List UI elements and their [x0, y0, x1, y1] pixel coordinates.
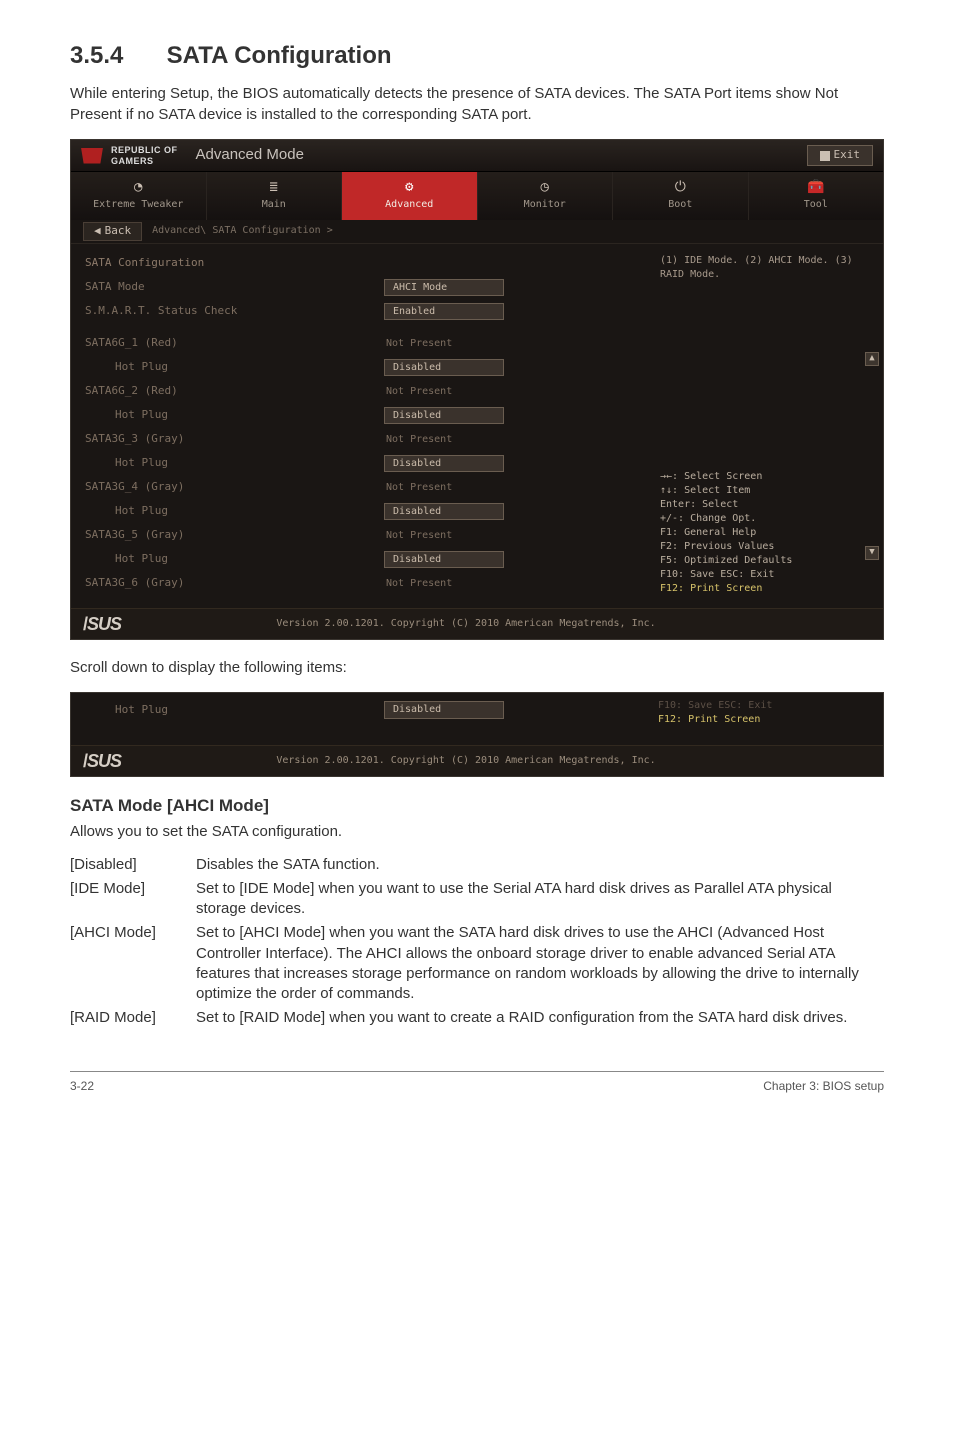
gauge-icon: ◔	[134, 178, 142, 197]
row-hotplug-extra[interactable]: Hot Plug Disabled	[71, 699, 648, 721]
help-panel: (1) IDE Mode. (2) AHCI Mode. (3) RAID Mo…	[648, 244, 883, 608]
mode-label: Advanced Mode	[196, 145, 304, 165]
power-icon: ⏻	[675, 178, 686, 197]
row-smart[interactable]: S.M.A.R.T. Status Check Enabled	[71, 300, 648, 324]
opt-key: [Disabled]	[70, 853, 190, 877]
table-row: [Disabled] Disables the SATA function.	[70, 853, 884, 877]
row-sata-mode[interactable]: SATA Mode AHCI Mode	[71, 276, 648, 300]
breadcrumb: Advanced\ SATA Configuration >	[152, 224, 333, 238]
opt-val: Set to [AHCI Mode] when you want the SAT…	[190, 921, 884, 1006]
asus-logo: /SUS	[83, 749, 121, 773]
chapter-label: Chapter 3: BIOS setup	[763, 1078, 884, 1094]
opt-val: Set to [RAID Mode] when you want to crea…	[190, 1006, 884, 1030]
opt-val: Set to [IDE Mode] when you want to use t…	[190, 877, 884, 922]
back-button[interactable]: ◀ Back	[83, 222, 142, 241]
back-arrow-icon: ◀	[94, 224, 101, 239]
option-heading: SATA Mode [AHCI Mode]	[70, 795, 884, 818]
value-smart[interactable]: Enabled	[384, 303, 504, 321]
opt-key: [IDE Mode]	[70, 877, 190, 922]
group-header: SATA Configuration	[71, 252, 648, 276]
row-port1: SATA6G_1 (Red) Not Present	[71, 332, 648, 356]
opt-val: Disables the SATA function.	[190, 853, 884, 877]
intro-text: While entering Setup, the BIOS automatic…	[70, 85, 838, 122]
asus-logo: /SUS	[83, 612, 121, 636]
scroll-down-icon[interactable]: ▼	[865, 546, 879, 560]
value-sata-mode[interactable]: AHCI Mode	[384, 279, 504, 297]
table-row: [AHCI Mode] Set to [AHCI Mode] when you …	[70, 921, 884, 1006]
gear-icon: ⚙	[405, 178, 413, 197]
section-heading: 3.5.4 SATA Configuration	[70, 40, 884, 72]
tab-tool[interactable]: 🧰 Tool	[749, 172, 884, 220]
tab-monitor[interactable]: ◷ Monitor	[478, 172, 614, 220]
tab-advanced[interactable]: ⚙ Advanced	[342, 172, 478, 220]
row-port3: SATA3G_3 (Gray) Not Present	[71, 428, 648, 452]
row-port2-hotplug[interactable]: Hot Plug Disabled	[71, 404, 648, 428]
bios-footer: /SUS Version 2.00.1201. Copyright (C) 20…	[71, 608, 883, 639]
scrollbar[interactable]: ▲ ▼	[865, 352, 879, 560]
list-icon: ≣	[270, 178, 278, 197]
tab-boot[interactable]: ⏻ Boot	[613, 172, 749, 220]
page-number: 3-22	[70, 1078, 94, 1094]
tab-bar: ◔ Extreme Tweaker ≣ Main ⚙ Advanced ◷ Mo…	[71, 172, 883, 220]
row-port5-hotplug[interactable]: Hot Plug Disabled	[71, 548, 648, 572]
row-port4: SATA3G_4 (Gray) Not Present	[71, 476, 648, 500]
intro-paragraph: While entering Setup, the BIOS automatic…	[70, 84, 884, 125]
section-title-text: SATA Configuration	[167, 42, 392, 69]
monitor-icon: ◷	[541, 178, 549, 197]
scroll-up-icon[interactable]: ▲	[865, 352, 879, 366]
tool-icon: 🧰	[807, 178, 824, 197]
section-number: 3.5.4	[70, 40, 160, 72]
opt-key: [AHCI Mode]	[70, 921, 190, 1006]
tab-main[interactable]: ≣ Main	[207, 172, 343, 220]
page-footer: 3-22 Chapter 3: BIOS setup	[70, 1071, 884, 1094]
options-table: [Disabled] Disables the SATA function. […	[70, 853, 884, 1031]
row-port4-hotplug[interactable]: Hot Plug Disabled	[71, 500, 648, 524]
help-description: (1) IDE Mode. (2) AHCI Mode. (3) RAID Mo…	[660, 254, 873, 282]
settings-list: SATA Configuration SATA Mode AHCI Mode S…	[71, 244, 648, 608]
bios-window-fragment: Hot Plug Disabled F10: Save ESC: Exit F1…	[70, 692, 884, 777]
rog-brand: REPUBLIC OF GAMERS	[111, 144, 178, 167]
exit-button[interactable]: Exit	[807, 145, 874, 166]
exit-label: Exit	[834, 148, 861, 163]
row-port1-hotplug[interactable]: Hot Plug Disabled	[71, 356, 648, 380]
row-port5: SATA3G_5 (Gray) Not Present	[71, 524, 648, 548]
scroll-note: Scroll down to display the following ite…	[70, 658, 884, 678]
bios-window: REPUBLIC OF GAMERS Advanced Mode Exit ◔ …	[70, 139, 884, 640]
row-port3-hotplug[interactable]: Hot Plug Disabled	[71, 452, 648, 476]
option-intro: Allows you to set the SATA configuration…	[70, 822, 884, 842]
rog-logo-icon	[81, 148, 103, 164]
row-port2: SATA6G_2 (Red) Not Present	[71, 380, 648, 404]
help-keys: →←: Select Screen ↑↓: Select Item Enter:…	[660, 470, 873, 596]
breadcrumb-row: ◀ Back Advanced\ SATA Configuration >	[71, 220, 883, 244]
exit-icon	[820, 151, 830, 161]
table-row: [IDE Mode] Set to [IDE Mode] when you wa…	[70, 877, 884, 922]
table-row: [RAID Mode] Set to [RAID Mode] when you …	[70, 1006, 884, 1030]
row-port6: SATA3G_6 (Gray) Not Present	[71, 572, 648, 596]
opt-key: [RAID Mode]	[70, 1006, 190, 1030]
bios-titlebar: REPUBLIC OF GAMERS Advanced Mode Exit	[71, 140, 883, 172]
back-label: Back	[105, 224, 132, 239]
bios-footer-fragment: /SUS Version 2.00.1201. Copyright (C) 20…	[71, 745, 883, 776]
copyright: Version 2.00.1201. Copyright (C) 2010 Am…	[121, 617, 811, 631]
tab-extreme-tweaker[interactable]: ◔ Extreme Tweaker	[71, 172, 207, 220]
